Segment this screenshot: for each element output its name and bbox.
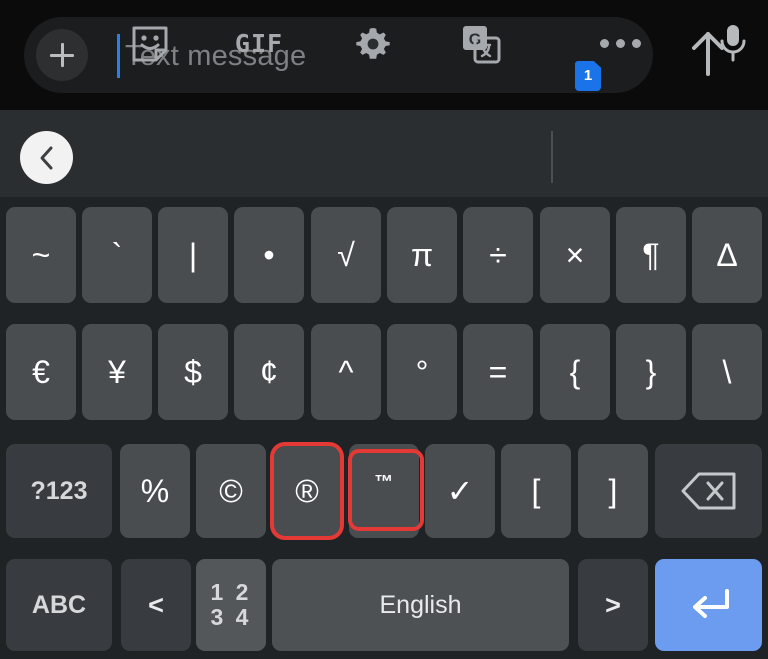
key-bullet[interactable]: •: [234, 207, 304, 303]
key-registered[interactable]: ®: [272, 444, 342, 538]
key-pipe[interactable]: |: [158, 207, 228, 303]
keyboard-toolbar: [0, 110, 768, 197]
key-pilcrow[interactable]: ¶: [616, 207, 686, 303]
toolbar-divider: [551, 131, 553, 183]
key-trademark[interactable]: ™: [349, 444, 419, 538]
key-numeric-pad[interactable]: 1 23 4: [196, 559, 266, 651]
key-tilde[interactable]: ~: [6, 207, 76, 303]
chevron-left-icon: [35, 144, 59, 172]
key-copyright[interactable]: ©: [196, 444, 266, 538]
key-square-root[interactable]: √: [311, 207, 381, 303]
key-dollar[interactable]: $: [158, 324, 228, 420]
key-percent[interactable]: %: [120, 444, 190, 538]
key-numeric-pad-label: 1 23 4: [210, 579, 252, 630]
enter-icon: [683, 583, 735, 627]
key-degree[interactable]: °: [387, 324, 457, 420]
key-right-brace[interactable]: }: [616, 324, 686, 420]
three-dots-icon: [599, 39, 641, 48]
toolbar-more-options-button[interactable]: [592, 0, 648, 87]
toolbar-voice-input-button[interactable]: [705, 0, 761, 87]
keyboard-keys: ~ ` | • √ π ÷ × ¶ Δ € ¥ $ ¢ ^ ° = { } \ …: [0, 197, 768, 659]
key-yen[interactable]: ¥: [82, 324, 152, 420]
key-multiply[interactable]: ×: [540, 207, 610, 303]
key-left-bracket[interactable]: [: [501, 444, 571, 538]
add-attachment-button[interactable]: [36, 29, 88, 81]
text-cursor: [117, 34, 120, 78]
key-spacebar[interactable]: English: [272, 559, 569, 651]
toolbar-translate-button[interactable]: G: [453, 0, 509, 87]
key-grave[interactable]: `: [82, 207, 152, 303]
sticker-icon: [130, 24, 170, 64]
key-backspace[interactable]: [655, 444, 762, 538]
backspace-icon: [680, 470, 738, 512]
microphone-icon: [716, 22, 750, 66]
key-abc[interactable]: ABC: [6, 559, 112, 651]
key-pi[interactable]: π: [387, 207, 457, 303]
key-left-brace[interactable]: {: [540, 324, 610, 420]
gif-icon: GIF: [234, 29, 284, 58]
key-right-bracket[interactable]: ]: [578, 444, 648, 538]
key-numbers-symbols[interactable]: ?123: [6, 444, 112, 538]
key-greater-than[interactable]: >: [578, 559, 648, 651]
toolbar-gif-button[interactable]: GIF: [228, 0, 290, 87]
key-divide[interactable]: ÷: [463, 207, 533, 303]
toolbar-back-button[interactable]: [20, 131, 73, 184]
key-cent[interactable]: ¢: [234, 324, 304, 420]
key-greater-than-label: >: [605, 589, 621, 620]
toolbar-settings-button[interactable]: [346, 0, 400, 87]
key-less-than-label: <: [148, 589, 164, 620]
key-check-mark[interactable]: ✓: [425, 444, 495, 538]
key-trademark-label: ™: [374, 471, 394, 493]
key-euro[interactable]: €: [6, 324, 76, 420]
gear-icon: [354, 25, 392, 63]
key-backslash[interactable]: \: [692, 324, 762, 420]
key-equals[interactable]: =: [463, 324, 533, 420]
key-less-than[interactable]: <: [121, 559, 191, 651]
messaging-keyboard-screen: Text message 1 GIF G ~ ` | • √ π ÷ × ¶ Δ…: [0, 0, 768, 659]
google-translate-icon: G: [460, 23, 502, 65]
message-input-pill[interactable]: Text message 1: [24, 17, 653, 93]
toolbar-sticker-button[interactable]: [123, 0, 177, 87]
key-caret-symbol[interactable]: ^: [311, 324, 381, 420]
key-enter[interactable]: [655, 559, 762, 651]
key-delta[interactable]: Δ: [692, 207, 762, 303]
